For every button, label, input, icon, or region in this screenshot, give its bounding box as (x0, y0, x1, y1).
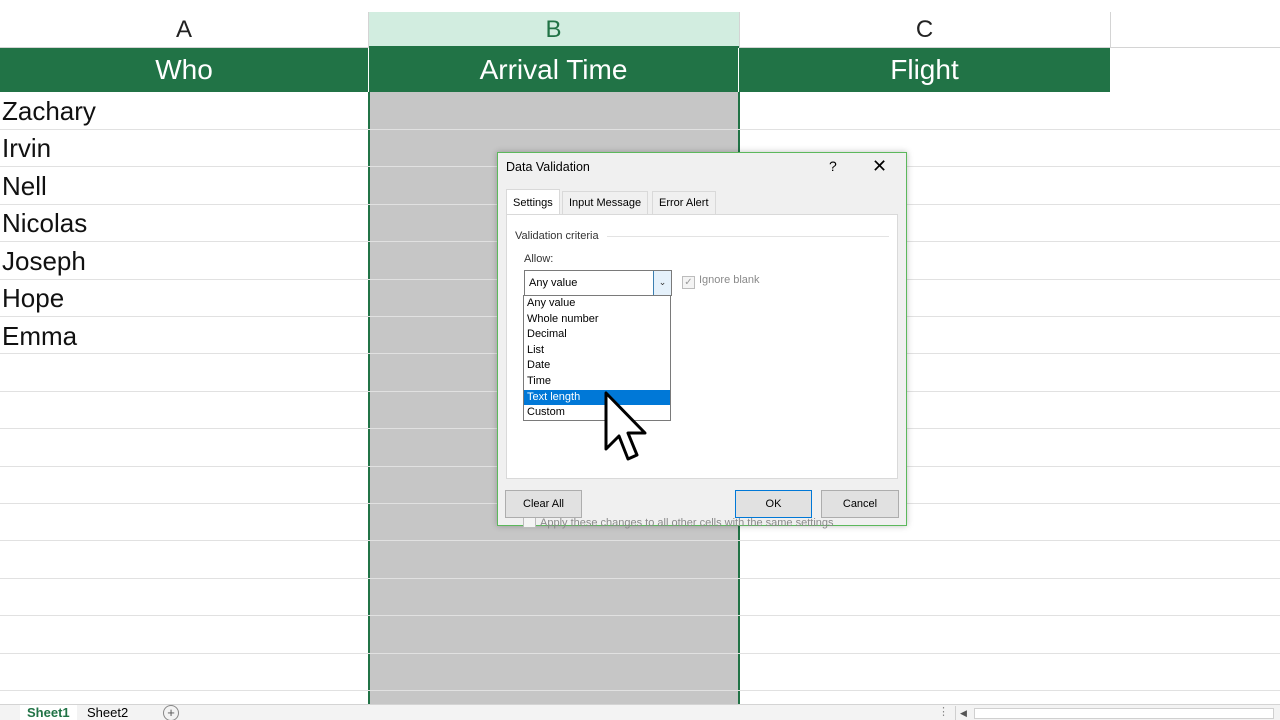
apply-to-all-label: Apply these changes to all other cells w… (540, 517, 834, 529)
row-divider (0, 129, 1280, 130)
divider (607, 236, 889, 237)
header-cell-arrival-time[interactable]: Arrival Time (368, 48, 739, 92)
row-divider (0, 690, 1280, 691)
ignore-blank-label: Ignore blank (699, 274, 760, 286)
dropdown-option[interactable]: Time (524, 374, 670, 390)
cell-who[interactable]: Joseph (2, 243, 86, 280)
ignore-blank-checkbox[interactable]: ✓ Ignore blank (682, 274, 760, 289)
checkmark-icon: ✓ (682, 276, 695, 289)
row-divider (0, 615, 1280, 616)
scrollbar-thumb[interactable] (974, 708, 1274, 719)
cell-who[interactable]: Nicolas (2, 205, 87, 242)
column-header-a[interactable]: A (0, 12, 368, 48)
scroll-left-icon[interactable]: ◀ (960, 706, 967, 720)
mouse-pointer-icon (604, 391, 647, 461)
close-icon[interactable]: ✕ (872, 156, 887, 177)
sheet-tab-bar: Sheet1 Sheet2 + ⋮ ◀ (0, 704, 1280, 720)
tab-input-message[interactable]: Input Message (562, 191, 649, 214)
dialog-title: Data Validation (506, 160, 590, 174)
dropdown-option[interactable]: Any value (524, 296, 670, 312)
cell-who[interactable]: Nell (2, 168, 47, 205)
dropdown-option[interactable]: List (524, 343, 670, 359)
dropdown-option-highlighted[interactable]: Text length (524, 389, 670, 406)
column-headers: A B C (0, 0, 1280, 48)
allow-select[interactable]: Any value ⌄ (524, 270, 672, 296)
allow-dropdown-list: Any value Whole number Decimal List Date… (523, 295, 671, 421)
chevron-down-icon[interactable]: ⌄ (653, 271, 671, 295)
cell-who[interactable]: Zachary (2, 93, 96, 130)
sheet-tab-sheet2[interactable]: Sheet2 (80, 705, 135, 720)
cancel-button[interactable]: Cancel (821, 490, 899, 518)
column-divider (368, 12, 369, 48)
sheet-tab-sheet1[interactable]: Sheet1 (20, 705, 77, 720)
column-divider (739, 12, 740, 48)
allow-label: Allow: (524, 253, 554, 265)
tab-error-alert[interactable]: Error Alert (652, 191, 716, 214)
tab-settings[interactable]: Settings (506, 189, 560, 214)
clear-all-button[interactable]: Clear All (505, 490, 582, 518)
horizontal-scrollbar[interactable]: ◀ (955, 706, 1280, 720)
splitter-handle-icon[interactable]: ⋮ (938, 705, 949, 720)
row-divider (0, 653, 1280, 654)
header-cell-flight[interactable]: Flight (739, 48, 1110, 92)
ok-button[interactable]: OK (735, 490, 812, 518)
dropdown-option[interactable]: Decimal (524, 327, 670, 343)
column-header-c[interactable]: C (739, 12, 1110, 48)
column-header-b[interactable]: B (368, 12, 739, 48)
validation-criteria-label: Validation criteria (515, 230, 599, 242)
cell-who[interactable]: Hope (2, 280, 64, 317)
dropdown-option[interactable]: Custom (524, 405, 670, 421)
column-divider (1110, 12, 1111, 48)
dropdown-option[interactable]: Whole number (524, 312, 670, 328)
cell-who[interactable]: Irvin (2, 130, 51, 167)
row-divider (0, 578, 1280, 579)
help-button[interactable]: ? (829, 158, 837, 174)
row-divider (0, 540, 1280, 541)
header-cell-who[interactable]: Who (0, 48, 368, 92)
table-header-row: Who Arrival Time Flight (0, 48, 1110, 92)
add-sheet-icon[interactable]: + (163, 705, 179, 720)
allow-select-value: Any value (529, 277, 578, 289)
cell-who[interactable]: Emma (2, 318, 77, 355)
dropdown-option[interactable]: Date (524, 358, 670, 374)
